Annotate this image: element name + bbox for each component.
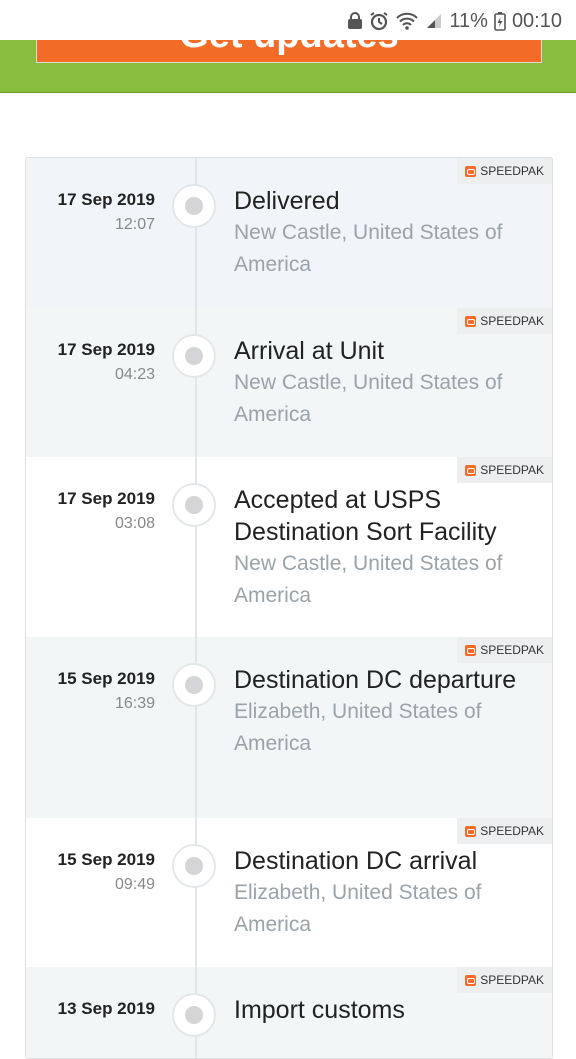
- event-time: 03:08: [114, 515, 155, 532]
- promo-banner: Get updates: [0, 40, 576, 93]
- carrier-label: SPEEDPAK: [480, 973, 544, 987]
- alarm-icon: [369, 11, 389, 31]
- event-status: Destination DC arrival: [234, 847, 478, 875]
- timeline-dot-icon: [172, 844, 216, 888]
- speedpak-logo-icon: [465, 974, 477, 986]
- timeline-event: SPEEDPAK 17 Sep 2019 12:07 Delivered New…: [26, 158, 552, 308]
- timeline-dot-icon: [172, 993, 216, 1037]
- carrier-label: SPEEDPAK: [480, 164, 544, 178]
- event-status: Arrival at Unit: [234, 337, 385, 365]
- get-updates-label: Get updates: [37, 40, 541, 57]
- battery-percent: 11%: [449, 9, 488, 32]
- carrier-badge: SPEEDPAK: [457, 457, 552, 483]
- speedpak-logo-icon: [465, 825, 477, 837]
- event-status: Import customs: [234, 996, 405, 1024]
- event-details: Destination DC arrival Elizabeth, United…: [234, 845, 534, 941]
- event-date: 13 Sep 2019: [57, 999, 155, 1018]
- speedpak-logo-icon: [465, 315, 477, 327]
- event-details: Arrival at Unit New Castle, United State…: [234, 335, 534, 431]
- event-details: Accepted at USPS Destination Sort Facili…: [234, 484, 534, 612]
- timeline-event: SPEEDPAK 15 Sep 2019 16:39 Destination D…: [26, 637, 552, 818]
- battery-icon: [494, 11, 506, 31]
- event-details: Destination DC departure Elizabeth, Unit…: [234, 664, 534, 760]
- timeline-event: SPEEDPAK 15 Sep 2019 09:49 Destination D…: [26, 818, 552, 967]
- event-status: Destination DC departure: [234, 666, 517, 694]
- carrier-badge: SPEEDPAK: [457, 818, 552, 844]
- carrier-label: SPEEDPAK: [480, 314, 544, 328]
- event-location: Elizabeth, United States of America: [234, 700, 482, 755]
- carrier-badge: SPEEDPAK: [457, 637, 552, 663]
- event-date: 17 Sep 2019: [57, 489, 155, 508]
- carrier-badge: SPEEDPAK: [457, 967, 552, 993]
- carrier-label: SPEEDPAK: [480, 463, 544, 477]
- event-details: Import customs: [234, 994, 534, 1026]
- event-location: New Castle, United States of America: [234, 552, 503, 607]
- event-date: 17 Sep 2019: [57, 190, 155, 209]
- event-time: 16:39: [114, 695, 155, 712]
- event-location: New Castle, United States of America: [234, 221, 503, 276]
- timeline-event: SPEEDPAK 13 Sep 2019 Import customs: [26, 967, 552, 1058]
- timeline-event: SPEEDPAK 17 Sep 2019 03:08 Accepted at U…: [26, 457, 552, 637]
- event-details: Delivered New Castle, United States of A…: [234, 185, 534, 281]
- event-time: 12:07: [114, 216, 155, 233]
- timeline-dot-icon: [172, 483, 216, 527]
- event-location: Elizabeth, United States of America: [234, 881, 482, 936]
- carrier-badge: SPEEDPAK: [457, 308, 552, 334]
- event-date: 17 Sep 2019: [57, 340, 155, 359]
- timeline-event: SPEEDPAK 17 Sep 2019 04:23 Arrival at Un…: [26, 308, 552, 457]
- event-time: 09:49: [114, 876, 155, 893]
- timeline-dot-icon: [172, 663, 216, 707]
- timeline-dot-icon: [172, 334, 216, 378]
- carrier-badge: SPEEDPAK: [457, 158, 552, 184]
- event-status: Accepted at USPS Destination Sort Facili…: [234, 486, 497, 546]
- lock-icon: [347, 12, 363, 30]
- tracking-timeline: SPEEDPAK 17 Sep 2019 12:07 Delivered New…: [25, 157, 553, 1059]
- status-icons: 11% 00:10: [347, 8, 562, 34]
- carrier-label: SPEEDPAK: [480, 643, 544, 657]
- event-status: Delivered: [234, 187, 340, 215]
- event-location: New Castle, United States of America: [234, 371, 503, 426]
- speedpak-logo-icon: [465, 644, 477, 656]
- timeline-dot-icon: [172, 184, 216, 228]
- status-bar: 11% 00:10: [0, 0, 576, 40]
- wifi-icon: [395, 11, 419, 31]
- carrier-label: SPEEDPAK: [480, 824, 544, 838]
- event-time: 04:23: [114, 366, 155, 383]
- speedpak-logo-icon: [465, 464, 477, 476]
- get-updates-button[interactable]: Get updates: [36, 40, 542, 63]
- event-date: 15 Sep 2019: [57, 669, 155, 688]
- clock-time: 00:10: [511, 9, 562, 32]
- signal-icon: [425, 12, 443, 30]
- speedpak-logo-icon: [465, 165, 477, 177]
- timeline-line: [195, 158, 197, 1058]
- event-date: 15 Sep 2019: [57, 850, 155, 869]
